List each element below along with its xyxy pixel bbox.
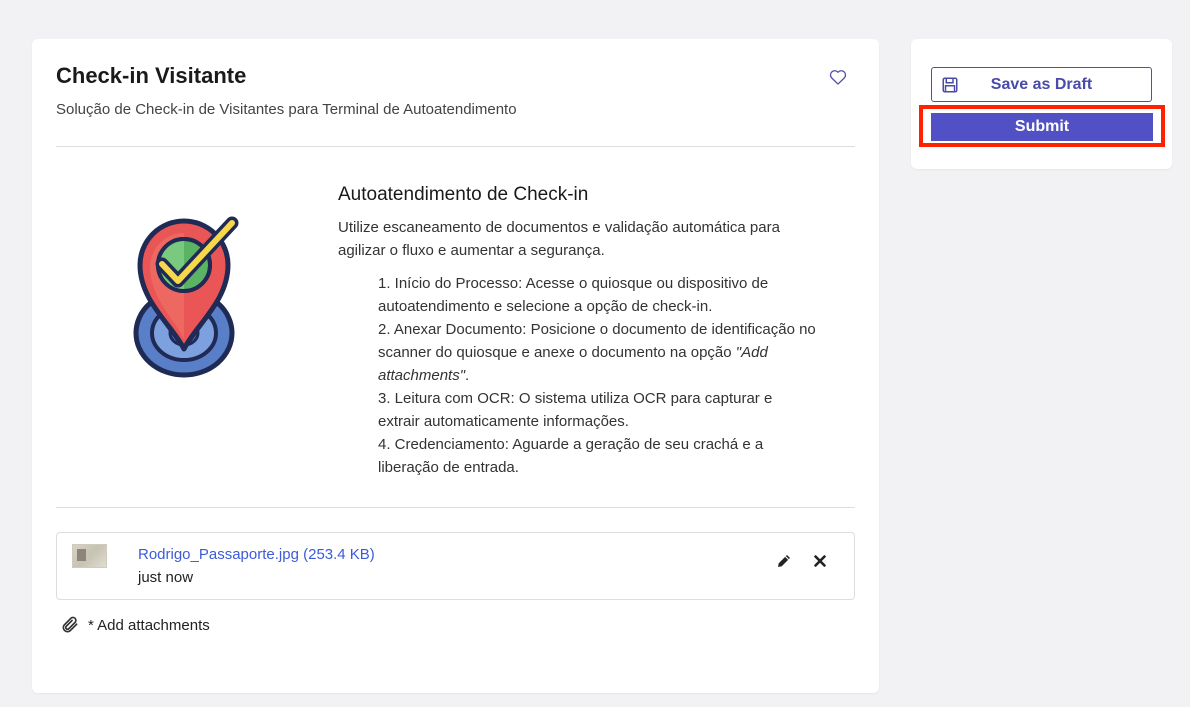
save-draft-button[interactable]: Save as Draft — [931, 67, 1152, 102]
edit-pencil-icon[interactable] — [775, 552, 793, 570]
section-heading: Autoatendimento de Check-in — [338, 184, 589, 205]
step-item: 1. Início do Processo: Acesse o quiosque… — [378, 275, 769, 315]
step-item: 4. Credenciamento: Aguarde a geração de … — [378, 436, 764, 476]
attachment-timestamp: just now — [138, 569, 194, 586]
favorite-heart-icon[interactable] — [828, 67, 848, 87]
location-check-illustration — [132, 209, 242, 381]
add-attachments-button[interactable]: * Add attachments — [60, 614, 210, 636]
floppy-disk-icon — [942, 77, 958, 93]
add-attachments-label: * Add attachments — [88, 616, 210, 634]
step-end: . — [465, 367, 470, 384]
step-item: 3. Leitura com OCR: O sistema utiliza OC… — [378, 390, 773, 430]
steps-list: 1. Início do Processo: Acesse o quiosque… — [338, 272, 818, 479]
page-subtitle: Solução de Check-in de Visitantes para T… — [56, 101, 517, 118]
submit-highlight-box: Submit — [919, 105, 1165, 147]
content-divider — [56, 507, 855, 508]
attachment-item: Rodrigo_Passaporte.jpg (253.4 KB) just n… — [56, 532, 855, 600]
instructions-section: Autoatendimento de Check-in Utilize esca… — [338, 184, 818, 479]
step-item: 2. Anexar Documento: Posicione o documen… — [378, 318, 818, 387]
paperclip-icon — [62, 616, 78, 633]
remove-close-icon[interactable] — [811, 552, 829, 570]
actions-card: Save as Draft Submit — [911, 39, 1172, 169]
save-draft-label: Save as Draft — [990, 75, 1093, 93]
service-form-card: Check-in Visitante Solução de Check-in d… — [32, 39, 879, 693]
page-title: Check-in Visitante — [56, 63, 247, 88]
attachment-file-link[interactable]: Rodrigo_Passaporte.jpg (253.4 KB) — [138, 546, 375, 563]
intro-text: Utilize escaneamento de documentos e val… — [338, 219, 780, 259]
submit-button[interactable]: Submit — [931, 113, 1153, 141]
attachment-thumbnail[interactable] — [72, 544, 107, 568]
header-divider — [56, 146, 855, 147]
